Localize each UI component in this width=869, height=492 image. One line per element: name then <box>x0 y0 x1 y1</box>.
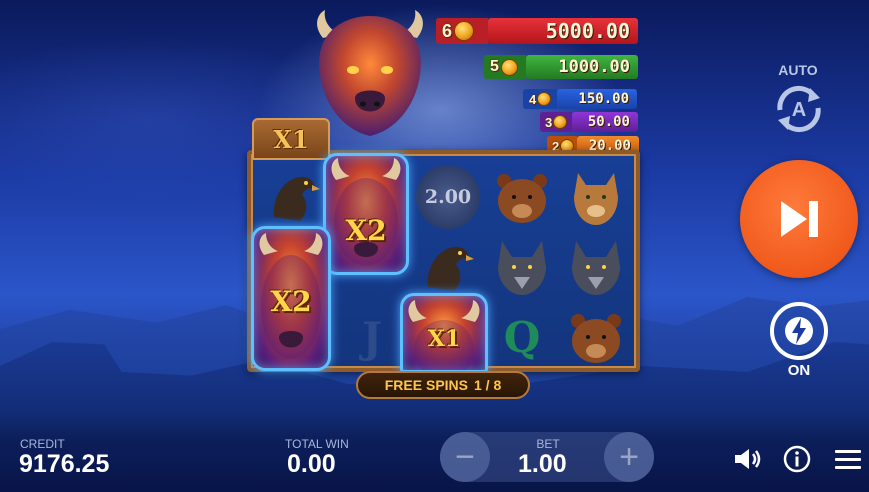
bet-increase-button[interactable]: + <box>604 432 654 482</box>
bear-icon <box>497 174 547 223</box>
total-win-label: TOTAL WIN <box>285 437 349 451</box>
wild-buffalo-symbol: X2 <box>323 153 409 275</box>
paytable-value: 1000.00 <box>526 55 638 79</box>
paytable-row-3: 3 50.00 <box>540 112 638 132</box>
paytable-count-badge: 5 <box>484 55 526 79</box>
coin-icon <box>500 58 518 76</box>
paytable-count: 4 <box>529 91 537 107</box>
coin-icon <box>553 115 568 129</box>
speaker-icon <box>735 449 761 469</box>
turbo-state-label: ON <box>787 362 811 379</box>
reel-symbol-wolf <box>559 232 633 302</box>
wild-buffalo-symbol: X1 <box>400 293 488 373</box>
total-win-value: 0.00 <box>287 450 336 478</box>
bear-icon <box>571 314 621 363</box>
reel-symbol-coin: 2.00 <box>411 162 485 232</box>
reel-symbol-j: J <box>335 302 409 372</box>
coin-icon <box>537 92 552 106</box>
reel-symbol-wolf <box>485 232 559 302</box>
reel-symbol-q: Q <box>485 302 559 372</box>
free-spins-count: 1 / 8 <box>474 377 502 393</box>
info-button[interactable] <box>782 444 812 474</box>
paytable-row-6: 6 5000.00 <box>436 18 638 44</box>
wild-multiplier: X2 <box>270 285 312 318</box>
paytable-count: 6 <box>442 20 453 41</box>
free-spins-counter: FREE SPINS 1 / 8 <box>356 371 530 399</box>
reel-symbol-eagle <box>257 162 331 232</box>
symbol-letter-q: Q <box>503 312 541 362</box>
wild-multiplier: X1 <box>427 326 461 352</box>
wild-multiplier: X2 <box>345 214 387 247</box>
paytable-count: 3 <box>545 114 553 130</box>
reel-symbol-eagle <box>411 232 485 302</box>
paytable-value: 5000.00 <box>488 18 638 44</box>
autoplay-icon[interactable]: A <box>770 80 828 136</box>
free-spins-label: FREE SPINS <box>384 377 468 393</box>
bet-decrease-button[interactable]: − <box>440 432 490 482</box>
info-icon <box>783 445 811 473</box>
wild-buffalo-symbol: X2 <box>251 226 331 371</box>
coin-icon: 2.00 <box>416 165 480 229</box>
reel-symbol-cougar <box>559 162 633 232</box>
symbol-letter-j: J <box>362 312 382 362</box>
reel-symbol-bear <box>559 302 633 372</box>
paytable-value: 150.00 <box>557 89 637 109</box>
coin-value: 2.00 <box>424 186 472 208</box>
paytable-row-4: 4 150.00 <box>523 89 637 109</box>
credit-value: 9176.25 <box>19 450 110 478</box>
credit-label: CREDIT <box>20 437 65 451</box>
hamburger-menu-icon <box>835 450 861 469</box>
paytable-row-5: 5 1000.00 <box>484 55 638 79</box>
turbo-button[interactable] <box>770 302 828 360</box>
multiplier-value: X1 <box>273 124 309 154</box>
wolf-icon <box>498 241 546 295</box>
bet-value: 1.00 <box>518 450 567 478</box>
coin-icon <box>454 21 475 41</box>
paytable-count-badge: 4 <box>523 89 557 109</box>
wolf-icon <box>572 241 620 295</box>
play-skip-icon <box>781 201 818 237</box>
menu-button[interactable] <box>833 444 863 474</box>
auto-label: AUTO <box>778 62 818 78</box>
paytable-count-badge: 3 <box>540 112 572 132</box>
reel-symbol-bear <box>485 162 559 232</box>
bet-label: BET <box>536 437 560 451</box>
paytable-count-badge: 6 <box>436 18 488 44</box>
sound-button[interactable] <box>733 444 763 474</box>
eagle-icon <box>273 176 320 221</box>
spin-button[interactable] <box>740 160 858 278</box>
cougar-icon <box>574 173 618 225</box>
paytable-value: 50.00 <box>572 112 638 132</box>
paytable-count: 5 <box>490 58 499 75</box>
eagle-icon <box>427 246 474 291</box>
multiplier-plaque: X1 <box>252 118 330 160</box>
lightning-icon <box>785 317 813 345</box>
svg-text:A: A <box>792 99 806 121</box>
